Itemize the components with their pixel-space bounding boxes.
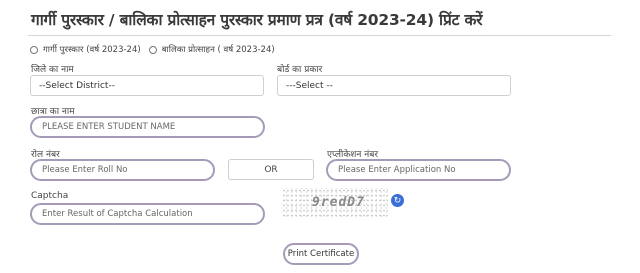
board-label: बोर्ड का प्रकार <box>277 65 323 75</box>
radio-balika-label[interactable]: बालिका प्रोत्साहन ( वर्ष 2023-24) <box>162 44 275 55</box>
captcha-input[interactable]: Enter Result of Captcha Calculation <box>30 203 265 225</box>
radio-gargi[interactable] <box>30 45 38 54</box>
roll-input[interactable]: Please Enter Roll No <box>30 159 215 181</box>
application-input[interactable]: Please Enter Application No <box>326 159 511 181</box>
board-select[interactable]: ---Select -- <box>277 75 511 96</box>
or-divider: OR <box>228 159 314 180</box>
student-name-input[interactable]: PLEASE ENTER STUDENT NAME <box>30 116 265 138</box>
student-name-placeholder: PLEASE ENTER STUDENT NAME <box>42 122 176 132</box>
title-divider <box>28 35 611 36</box>
board-select-value: ---Select -- <box>286 80 333 91</box>
refresh-icon[interactable]: ↻ <box>391 194 404 207</box>
radio-balika[interactable] <box>148 45 157 54</box>
print-certificate-button[interactable]: Print Certificate <box>283 243 359 265</box>
captcha-placeholder: Enter Result of Captcha Calculation <box>42 209 193 219</box>
application-placeholder: Please Enter Application No <box>338 165 456 175</box>
district-select-value: --Select District-- <box>39 80 115 91</box>
or-text: OR <box>264 164 278 175</box>
captcha-label: Captcha <box>31 191 69 201</box>
print-certificate-label: Print Certificate <box>287 249 355 259</box>
district-label: जिले का नाम <box>31 65 74 75</box>
roll-placeholder: Please Enter Roll No <box>42 165 128 175</box>
captcha-text: 9redD7 <box>312 195 365 210</box>
award-type-radio-group: गार्गी पुरस्कार (वर्ष 2023-24) बालिका प्… <box>30 44 283 55</box>
page-title: गार्गी पुरस्कार / बालिका प्रोत्साहन पुरस… <box>31 11 483 29</box>
district-select[interactable]: --Select District-- <box>30 75 264 96</box>
radio-gargi-label[interactable]: गार्गी पुरस्कार (वर्ष 2023-24) <box>43 44 141 55</box>
